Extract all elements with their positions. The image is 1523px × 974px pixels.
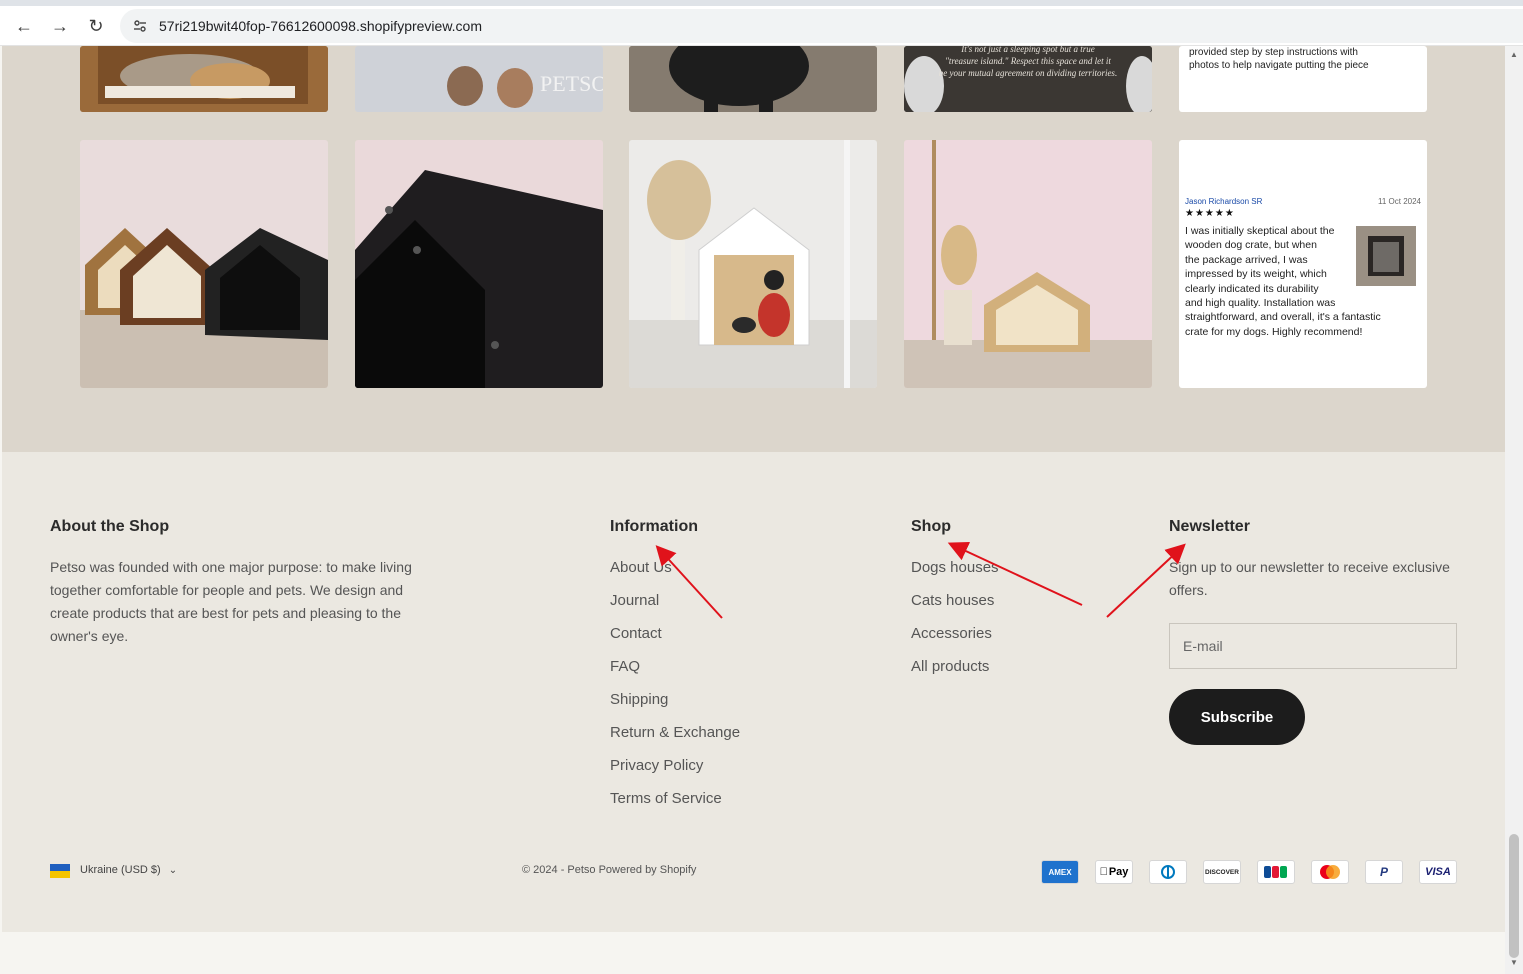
review-card[interactable]: Jason Richardson SR 11 Oct 2024 ★★★★★ I …	[1179, 140, 1427, 388]
svg-text:It's not just a sleeping spot: It's not just a sleeping spot but a true	[960, 46, 1094, 54]
chevron-down-icon: ⌄	[168, 864, 178, 876]
gallery-image-white-house-dogs[interactable]	[629, 140, 877, 388]
site-footer: About the Shop Petso was founded with on…	[2, 452, 1505, 932]
link-accessories[interactable]: Accessories	[911, 625, 992, 642]
link-cats-houses[interactable]: Cats houses	[911, 592, 994, 609]
apple-pay-icon: Pay	[1095, 860, 1133, 884]
review-thumbnail[interactable]	[1356, 226, 1416, 286]
svg-text:be your mutual agreement on di: be your mutual agreement on dividing ter…	[939, 68, 1117, 78]
newsletter-text: Sign up to our newsletter to receive exc…	[1169, 559, 1450, 598]
gallery-image-boots[interactable]: PETSO	[355, 46, 603, 112]
gallery-image-black-dog[interactable]	[629, 46, 877, 112]
scroll-up-icon[interactable]: ▲	[1509, 50, 1519, 59]
review-text-top: provided step by step instructions with …	[1189, 47, 1369, 71]
review-body: I was initially skeptical about the wood…	[1185, 225, 1381, 338]
review-card-top[interactable]: provided step by step instructions with …	[1179, 46, 1427, 112]
browser-toolbar: ← → ↻ 57ri219bwit40fop-76612600098.shopi…	[0, 0, 1523, 46]
country-label: Ukraine (USD $)	[80, 864, 161, 876]
copyright-text: © 2024 - Petso Powered by Shopify	[522, 864, 697, 876]
mastercard-icon	[1311, 860, 1349, 884]
svg-text:"treasure island." Respect thi: "treasure island." Respect this space an…	[945, 56, 1111, 66]
gallery-image-three-houses[interactable]	[80, 140, 328, 388]
svg-text:PETSO: PETSO	[540, 71, 603, 96]
link-journal[interactable]: Journal	[610, 592, 659, 609]
review-date: 11 Oct 2024	[1378, 197, 1421, 206]
scroll-down-icon[interactable]: ▼	[1509, 958, 1519, 967]
information-title: Information	[610, 518, 698, 535]
review-stars: ★★★★★	[1185, 208, 1235, 219]
review-author: Jason Richardson SR	[1185, 197, 1263, 206]
link-about-us[interactable]: About Us	[610, 559, 672, 576]
site-info-icon[interactable]	[126, 12, 154, 40]
newsletter-title: Newsletter	[1169, 518, 1250, 535]
gallery-image-cat-bed[interactable]	[80, 46, 328, 112]
link-contact[interactable]: Contact	[610, 625, 662, 642]
link-return-exchange[interactable]: Return & Exchange	[610, 724, 740, 741]
link-privacy-policy[interactable]: Privacy Policy	[610, 757, 703, 774]
about-text: Petso was founded with one major purpose…	[50, 559, 412, 644]
link-all-products[interactable]: All products	[911, 658, 989, 675]
gallery-image-black-house[interactable]	[355, 140, 603, 388]
instagram-gallery: PETSO It's not just a sleeping spot but …	[2, 46, 1505, 452]
vertical-scrollbar[interactable]: ▲ ▼	[1505, 46, 1523, 974]
ukraine-flag-icon	[50, 864, 70, 878]
discover-icon: DISCOVER	[1203, 860, 1241, 884]
email-field[interactable]	[1169, 623, 1457, 669]
diners-club-icon	[1149, 860, 1187, 884]
gallery-image-quote[interactable]: It's not just a sleeping spot but a true…	[904, 46, 1152, 112]
forward-arrow-icon[interactable]: →	[46, 12, 74, 40]
link-terms-of-service[interactable]: Terms of Service	[610, 790, 722, 807]
shop-title: Shop	[911, 518, 951, 535]
scroll-thumb[interactable]	[1509, 834, 1519, 958]
about-title: About the Shop	[50, 518, 170, 535]
jcb-icon	[1257, 860, 1295, 884]
link-shipping[interactable]: Shipping	[610, 691, 668, 708]
gallery-image-wood-house[interactable]	[904, 140, 1152, 388]
link-dogs-houses[interactable]: Dogs houses	[911, 559, 999, 576]
reload-icon[interactable]: ↻	[82, 12, 110, 40]
url-text[interactable]: 57ri219bwit40fop-76612600098.shopifyprev…	[159, 18, 482, 34]
page-bottom	[2, 932, 1505, 974]
amex-icon: AMEX	[1041, 860, 1079, 884]
paypal-icon: P	[1365, 860, 1403, 884]
link-faq[interactable]: FAQ	[610, 658, 640, 675]
subscribe-button[interactable]: Subscribe	[1169, 689, 1305, 745]
visa-icon: VISA	[1419, 860, 1457, 884]
back-arrow-icon[interactable]: ←	[10, 12, 38, 40]
address-bar[interactable]: 57ri219bwit40fop-76612600098.shopifyprev…	[120, 9, 1523, 43]
country-selector[interactable]: Ukraine (USD $) ⌄	[80, 864, 177, 876]
